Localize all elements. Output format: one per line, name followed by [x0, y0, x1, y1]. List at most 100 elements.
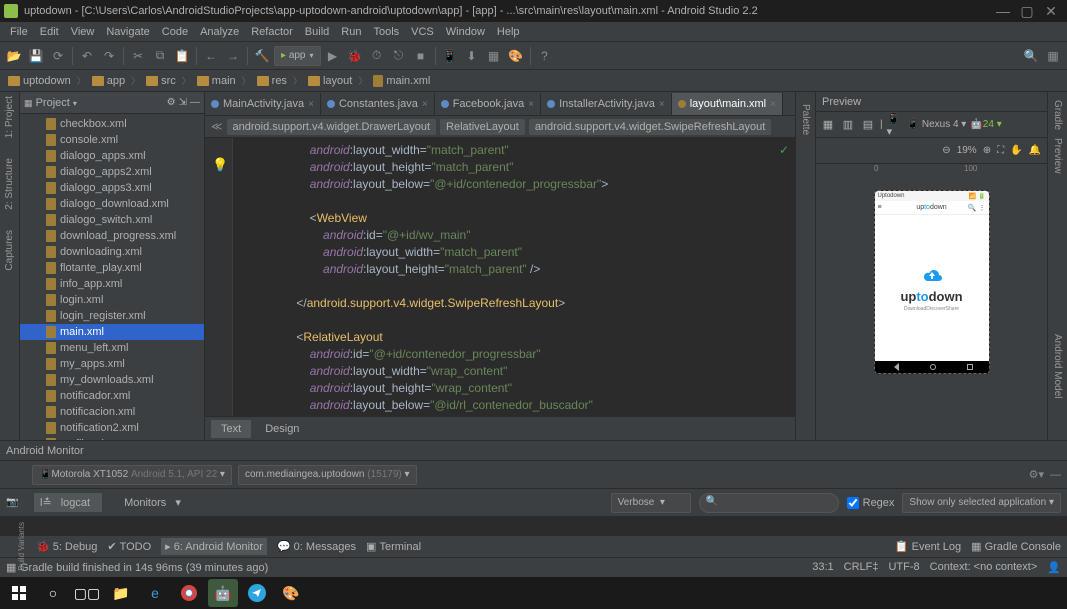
code-editor[interactable]: 💡 android:layout_width="match_parent" an…	[205, 138, 795, 416]
minimize-button[interactable]: —	[991, 3, 1015, 19]
chrome-icon[interactable]	[174, 579, 204, 607]
project-file[interactable]: my_apps.xml	[20, 356, 204, 372]
project-collapse-icon[interactable]: ⇲	[179, 97, 187, 108]
project-file[interactable]: info_app.xml	[20, 276, 204, 292]
line-separator[interactable]: CRLF‡	[844, 561, 879, 574]
stop-icon[interactable]: ■	[411, 46, 431, 66]
notifications-icon[interactable]: 🔔	[1029, 145, 1041, 156]
zoom-in-icon[interactable]: ⊕	[983, 145, 991, 156]
telegram-icon[interactable]	[242, 579, 272, 607]
project-settings-icon[interactable]: ⚙	[167, 97, 176, 108]
android-studio-icon[interactable]: 🤖	[208, 579, 238, 607]
open-icon[interactable]: 📂	[4, 46, 24, 66]
zoom-fit-icon[interactable]: ⛶	[997, 145, 1004, 156]
tool-tab-gradleconsole[interactable]: ▦Gradle Console	[971, 540, 1061, 553]
project-file[interactable]: menu_left.xml	[20, 340, 204, 356]
search-everywhere-icon[interactable]: 🔍	[1021, 46, 1041, 66]
nav-uptodown[interactable]: uptodown	[4, 75, 75, 87]
nav-app[interactable]: app	[88, 75, 129, 87]
menu-view[interactable]: View	[65, 26, 101, 38]
menu-analyze[interactable]: Analyze	[194, 26, 245, 38]
close-tab-icon[interactable]: ×	[422, 99, 428, 110]
maximize-button[interactable]: ▢	[1015, 3, 1039, 20]
log-output[interactable]	[0, 517, 1067, 535]
cut-icon[interactable]: ✂	[128, 46, 148, 66]
project-file[interactable]: notification2.xml	[20, 420, 204, 436]
structure-tool-tab[interactable]: 2: Structure	[4, 158, 15, 210]
process-dropdown[interactable]: com.mediaingea.uptodown (15179) ▾	[238, 465, 417, 485]
captures-tool-tab[interactable]: Captures	[4, 230, 15, 271]
nav-main-xml[interactable]: main.xml	[369, 75, 434, 87]
paint-icon[interactable]: 🎨	[276, 579, 306, 607]
tool-tab-terminal[interactable]: ▣Terminal	[366, 540, 421, 553]
project-file[interactable]: login.xml	[20, 292, 204, 308]
close-button[interactable]: ✕	[1039, 3, 1063, 20]
tool-tab-messages[interactable]: 💬0: Messages	[277, 540, 356, 553]
sdk-icon[interactable]: ⬇	[462, 46, 482, 66]
tool-tab-debug[interactable]: 🐞5: Debug	[36, 540, 97, 553]
undo-icon[interactable]: ↶	[77, 46, 97, 66]
close-tab-icon[interactable]: ×	[770, 99, 776, 110]
nav-main[interactable]: main	[193, 75, 240, 87]
file-encoding[interactable]: UTF-8	[888, 561, 919, 574]
project-file[interactable]: dialogo_download.xml	[20, 196, 204, 212]
run-config-dropdown[interactable]: ▸ app▾	[274, 46, 321, 66]
menu-run[interactable]: Run	[335, 26, 367, 38]
android-model-tab[interactable]: Android Model	[1052, 334, 1063, 398]
menu-refactor[interactable]: Refactor	[245, 26, 299, 38]
project-file[interactable]: console.xml	[20, 132, 204, 148]
project-file[interactable]: checkbox.xml	[20, 116, 204, 132]
nav-src[interactable]: src	[142, 75, 180, 87]
help-icon[interactable]: ?	[535, 46, 555, 66]
menu-window[interactable]: Window	[440, 26, 491, 38]
nav-layout[interactable]: layout	[304, 75, 356, 87]
close-tab-icon[interactable]: ×	[659, 99, 665, 110]
device-dropdown[interactable]: 📱 Motorola XT1052 Android 5.1, API 22 ▾	[32, 465, 232, 485]
menu-code[interactable]: Code	[156, 26, 194, 38]
build-variants-tab[interactable]: Build Variants	[6, 522, 26, 571]
copy-icon[interactable]: ⧉	[150, 46, 170, 66]
zoom-out-icon[interactable]: ⊖	[942, 145, 950, 156]
preview-tab[interactable]: Preview	[1052, 138, 1063, 174]
avd-icon[interactable]: 📱	[440, 46, 460, 66]
menu-help[interactable]: Help	[491, 26, 526, 38]
screenshot-icon[interactable]: 📷	[6, 497, 26, 508]
make-icon[interactable]: 🔨	[252, 46, 272, 66]
breadcrumb-item[interactable]: android.support.v4.widget.SwipeRefreshLa…	[529, 119, 772, 135]
preview-mode3-icon[interactable]: ▤	[860, 117, 876, 133]
project-tool-tab[interactable]: 1: Project	[4, 96, 15, 138]
device-dropdown[interactable]: 📱 Nexus 4 ▾	[907, 119, 967, 130]
menu-file[interactable]: File	[4, 26, 34, 38]
breadcrumb-back-icon[interactable]: ≪	[211, 120, 223, 133]
project-file[interactable]: notificacion.xml	[20, 404, 204, 420]
taskview-icon[interactable]: ▢▢	[72, 579, 102, 607]
menu-vcs[interactable]: VCS	[405, 26, 440, 38]
gradle-tab[interactable]: Gradle	[1052, 100, 1063, 130]
run-icon[interactable]: ▶	[323, 46, 343, 66]
layout-inspector-icon[interactable]: ▦	[484, 46, 504, 66]
explorer-icon[interactable]: 📁	[106, 579, 136, 607]
breadcrumb-item[interactable]: android.support.v4.widget.DrawerLayout	[227, 119, 437, 135]
editor-tab[interactable]: MainActivity.java×	[205, 93, 321, 115]
intention-bulb-icon[interactable]: 💡	[212, 156, 224, 168]
api-dropdown[interactable]: 🤖24 ▾	[970, 119, 1001, 130]
regex-checkbox[interactable]: Regex	[847, 497, 895, 509]
start-button[interactable]	[4, 579, 34, 607]
log-filter-dropdown[interactable]: Show only selected application ▾	[902, 493, 1061, 513]
project-file[interactable]: notificador.xml	[20, 388, 204, 404]
redo-icon[interactable]: ↷	[99, 46, 119, 66]
tool-tab-todo[interactable]: ✔TODO	[107, 540, 151, 553]
monitor-settings-icon[interactable]: ⚙▾	[1029, 468, 1044, 481]
theme-editor-icon[interactable]: 🎨	[506, 46, 526, 66]
editor-tab[interactable]: Constantes.java×	[321, 93, 435, 115]
cortana-icon[interactable]: ○	[38, 579, 68, 607]
project-file[interactable]: flotante_play.xml	[20, 260, 204, 276]
menu-build[interactable]: Build	[299, 26, 335, 38]
project-hide-icon[interactable]: —	[190, 97, 200, 108]
breadcrumb-item[interactable]: RelativeLayout	[440, 119, 525, 135]
preview-mode-icon[interactable]: ▦	[820, 117, 836, 133]
edge-icon[interactable]: e	[140, 579, 170, 607]
pan-icon[interactable]: ✋	[1010, 145, 1022, 156]
editor-tab[interactable]: Facebook.java×	[435, 93, 541, 115]
orientation-icon[interactable]: 📱▾	[887, 117, 903, 133]
